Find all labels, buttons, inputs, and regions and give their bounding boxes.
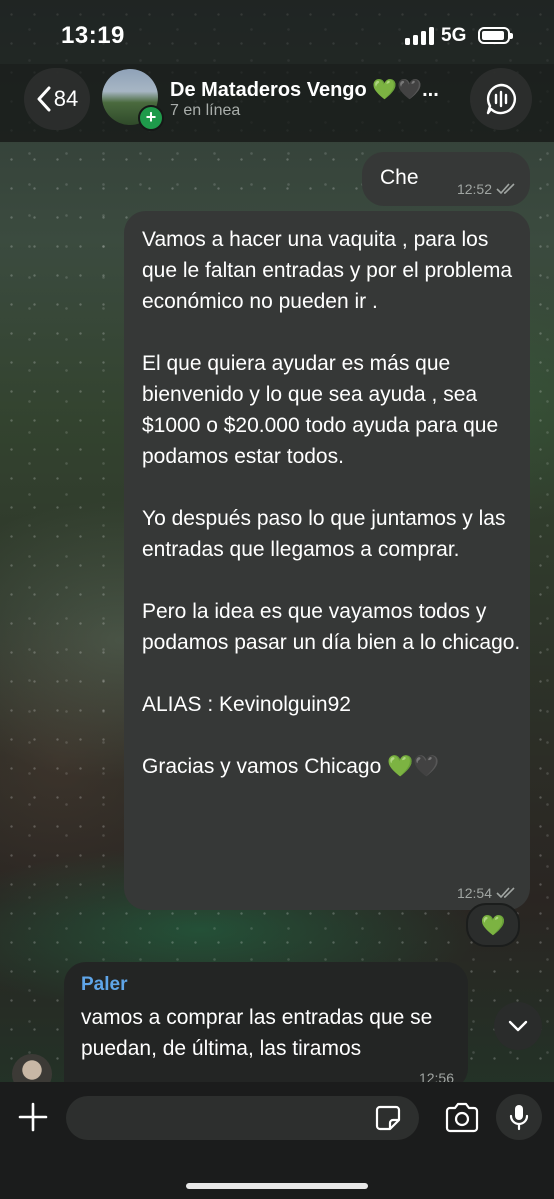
camera-button[interactable] <box>443 1101 481 1135</box>
voice-message-button[interactable] <box>496 1094 542 1140</box>
sticker-icon <box>375 1105 401 1131</box>
status-bar: 13:19 5G <box>0 0 554 64</box>
home-indicator <box>186 1183 368 1189</box>
message-bubble[interactable]: Vamos a hacer una vaquita , para los que… <box>124 211 530 910</box>
chat-header: 84 + De Mataderos Vengo 💚🖤... 7 en línea <box>0 64 554 142</box>
message-time: 12:52 <box>456 181 492 197</box>
voice-chat-icon <box>486 83 516 115</box>
composer-bar <box>0 1082 554 1199</box>
microphone-icon <box>509 1105 529 1131</box>
message-text: vamos a comprar las entradas que se pued… <box>81 1006 439 1060</box>
sender-name[interactable]: Paler <box>81 974 127 996</box>
message-meta: 12:52 <box>457 181 516 197</box>
message-bubble[interactable]: Paler vamos a comprar las entradas que s… <box>64 962 468 1090</box>
back-chevron-icon <box>37 86 51 112</box>
sticker-button[interactable] <box>374 1104 402 1132</box>
message-reaction[interactable]: 💚 <box>466 903 520 947</box>
scroll-to-bottom-button[interactable] <box>494 1002 542 1050</box>
message-text: Che <box>380 166 419 189</box>
unread-count: 84 <box>53 86 79 111</box>
status-time: 13:19 <box>61 22 125 49</box>
plus-icon <box>18 1102 48 1132</box>
message-input[interactable] <box>66 1096 419 1140</box>
signal-icon <box>405 27 434 45</box>
message-meta: 12:54 <box>457 885 516 901</box>
voice-chat-button[interactable] <box>470 68 532 130</box>
message-text: Vamos a hacer una vaquita , para los que… <box>142 228 521 778</box>
camera-icon <box>445 1102 479 1133</box>
group-online-status: 7 en línea <box>170 102 241 119</box>
group-name[interactable]: De Mataderos Vengo 💚🖤... <box>170 77 439 102</box>
group-avatar[interactable]: + <box>102 69 164 131</box>
double-check-icon <box>496 183 515 195</box>
message-time: 12:54 <box>456 885 492 901</box>
add-member-badge: + <box>138 105 164 131</box>
battery-icon <box>478 27 513 44</box>
network-label: 5G <box>441 25 467 46</box>
back-button[interactable]: 84 <box>24 68 90 130</box>
chevron-down-icon <box>508 1020 528 1032</box>
message-bubble[interactable]: Che 12:52 <box>362 152 530 206</box>
double-check-icon <box>496 887 515 899</box>
attach-button[interactable] <box>14 1098 52 1136</box>
